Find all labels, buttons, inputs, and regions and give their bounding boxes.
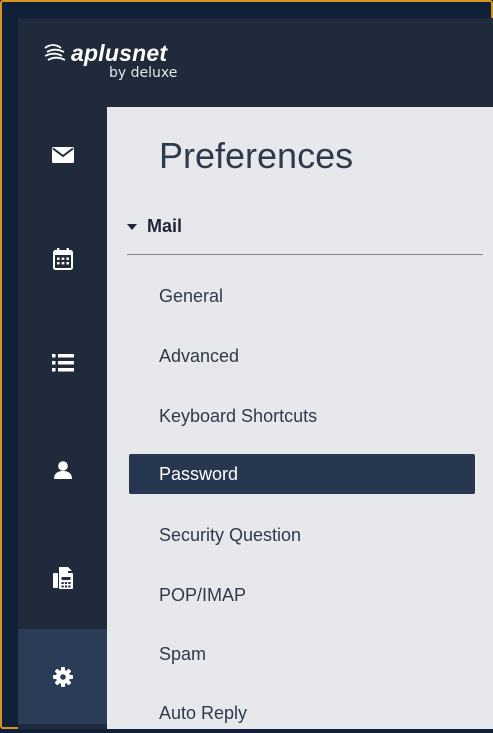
nav-item-password[interactable]: Password bbox=[129, 454, 475, 494]
brand-logo[interactable]: aplusnet by deluxe bbox=[42, 40, 177, 81]
nav-item-label: POP/IMAP bbox=[159, 584, 247, 605]
rail-item-mail[interactable] bbox=[18, 107, 107, 202]
list-icon bbox=[51, 353, 74, 371]
rail-item-settings[interactable] bbox=[18, 629, 107, 724]
nav-item-label: General bbox=[159, 285, 224, 306]
brand-sub: by deluxe bbox=[109, 65, 178, 81]
nav-item-label: Security Question bbox=[159, 524, 302, 545]
nav-item-label: Password bbox=[159, 463, 239, 484]
nav-item-security-question[interactable]: Security Question bbox=[129, 515, 475, 555]
envelope-icon bbox=[51, 146, 74, 163]
section-divider bbox=[127, 254, 483, 255]
logo-swirl-icon bbox=[44, 44, 66, 61]
nav-item-general[interactable]: General bbox=[129, 276, 475, 316]
caret-down-icon bbox=[127, 223, 137, 230]
rail-item-fax[interactable] bbox=[18, 530, 107, 625]
nav-item-label: Spam bbox=[159, 643, 207, 664]
nav-item-advanced[interactable]: Advanced bbox=[129, 336, 475, 376]
section-label: Mail bbox=[147, 216, 183, 236]
brand-name: aplusnet bbox=[71, 39, 168, 66]
page-title: Preferences bbox=[159, 135, 354, 176]
app-rail bbox=[18, 107, 107, 729]
preferences-panel: Preferences Mail General Advanced Keyboa… bbox=[107, 107, 493, 729]
section-toggle-mail[interactable]: Mail bbox=[127, 216, 182, 237]
rail-item-calendar[interactable] bbox=[18, 211, 107, 306]
nav-item-spam[interactable]: Spam bbox=[129, 634, 475, 674]
nav-item-auto-reply[interactable]: Auto Reply bbox=[129, 693, 475, 733]
person-icon bbox=[53, 460, 72, 479]
nav-item-label: Advanced bbox=[159, 345, 240, 366]
app-header: aplusnet by deluxe bbox=[18, 18, 493, 107]
fax-icon bbox=[52, 566, 73, 589]
nav-item-keyboard-shortcuts[interactable]: Keyboard Shortcuts bbox=[129, 396, 475, 436]
rail-item-contacts[interactable] bbox=[18, 422, 107, 517]
nav-item-label: Auto Reply bbox=[159, 702, 248, 723]
nav-item-pop-imap[interactable]: POP/IMAP bbox=[129, 575, 475, 615]
nav-item-label: Keyboard Shortcuts bbox=[159, 405, 318, 426]
calendar-icon bbox=[52, 247, 73, 270]
rail-item-tasks[interactable] bbox=[18, 315, 107, 410]
gear-icon bbox=[52, 666, 73, 687]
